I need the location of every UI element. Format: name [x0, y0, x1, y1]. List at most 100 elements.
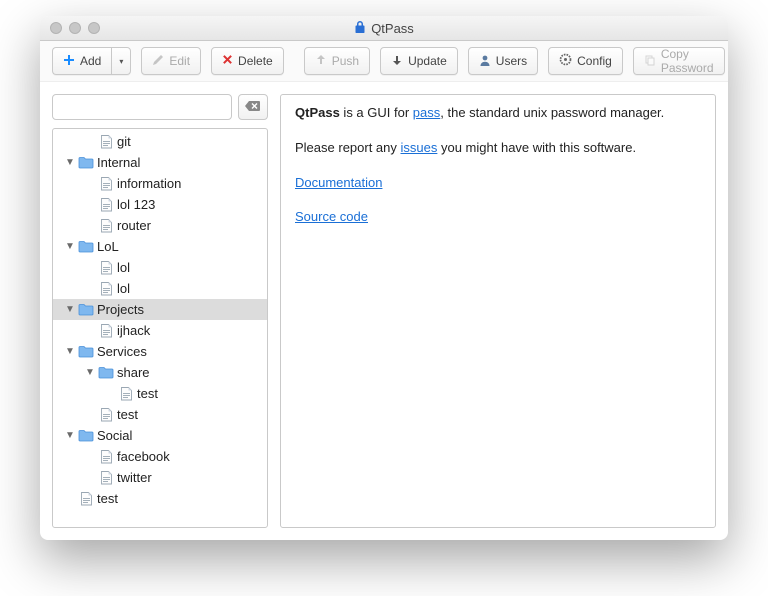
search-input[interactable]	[52, 94, 232, 120]
disclosure-triangle-icon[interactable]: ▼	[63, 157, 77, 168]
disclosure-triangle-icon[interactable]: ▼	[63, 346, 77, 357]
tree-item-label: share	[115, 365, 150, 380]
content-app-name: QtPass	[295, 105, 340, 120]
plus-icon	[63, 54, 75, 69]
add-label: Add	[80, 54, 101, 68]
disclosure-triangle-icon[interactable]: ▼	[63, 304, 77, 315]
config-button[interactable]: Config	[548, 47, 623, 75]
close-window-button[interactable]	[50, 22, 62, 34]
tree-item-label: test	[115, 407, 138, 422]
tree-item[interactable]: ijhack	[53, 320, 267, 341]
disclosure-triangle-icon[interactable]: ▼	[63, 241, 77, 252]
file-icon	[97, 408, 115, 422]
minimize-window-button[interactable]	[69, 22, 81, 34]
tree-item[interactable]: test	[53, 488, 267, 509]
file-icon	[97, 261, 115, 275]
update-button[interactable]: Update	[380, 47, 458, 75]
tree-item-label: twitter	[115, 470, 152, 485]
tree-item[interactable]: information	[53, 173, 267, 194]
password-tree[interactable]: git ▼ Internal information lol 123router ▼ LoL…	[52, 128, 268, 528]
source-code-link[interactable]: Source code	[295, 209, 368, 224]
chevron-down-icon: ▾	[119, 57, 123, 66]
tree-item[interactable]: lol	[53, 257, 267, 278]
file-icon	[97, 135, 115, 149]
tree-item-label: lol	[115, 281, 130, 296]
push-button[interactable]: Push	[304, 47, 370, 75]
folder-icon	[77, 156, 95, 169]
app-icon	[354, 21, 366, 36]
titlebar[interactable]: QtPass	[40, 16, 728, 41]
tree-item[interactable]: git	[53, 131, 267, 152]
copy-password-button[interactable]: Copy Password	[633, 47, 725, 75]
content-pane: QtPass is a GUI for pass, the standard u…	[280, 94, 716, 528]
config-label: Config	[577, 54, 612, 68]
zoom-window-button[interactable]	[88, 22, 100, 34]
documentation-link[interactable]: Documentation	[295, 175, 382, 190]
app-window: QtPass Add ▾ Edit Delete Push	[40, 16, 728, 540]
disclosure-triangle-icon[interactable]: ▼	[63, 430, 77, 441]
disclosure-triangle-icon[interactable]: ▼	[83, 367, 97, 378]
download-icon	[391, 54, 403, 69]
edit-button[interactable]: Edit	[141, 47, 201, 75]
tree-item-label: ijhack	[115, 323, 150, 338]
sidebar: git ▼ Internal information lol 123router ▼ LoL…	[52, 94, 268, 528]
tree-item-label: LoL	[95, 239, 119, 254]
issues-link[interactable]: issues	[401, 140, 438, 155]
tree-item-label: information	[115, 176, 181, 191]
delete-button[interactable]: Delete	[211, 47, 284, 75]
file-icon	[117, 387, 135, 401]
tree-folder[interactable]: ▼ Internal	[53, 152, 267, 173]
gear-icon	[559, 53, 572, 69]
file-icon	[97, 471, 115, 485]
window-title: QtPass	[371, 21, 414, 36]
tree-folder[interactable]: ▼ LoL	[53, 236, 267, 257]
file-icon	[97, 177, 115, 191]
tree-item[interactable]: lol	[53, 278, 267, 299]
x-icon	[222, 54, 233, 68]
tree-item-label: Projects	[95, 302, 144, 317]
tree-folder[interactable]: ▼ share	[53, 362, 267, 383]
tree-item[interactable]: lol 123	[53, 194, 267, 215]
folder-icon	[77, 429, 95, 442]
tree-item-label: Services	[95, 344, 147, 359]
tree-item-label: test	[95, 491, 118, 506]
tree-folder[interactable]: ▼ Social	[53, 425, 267, 446]
tree-item-label: test	[135, 386, 158, 401]
add-button-group: Add ▾	[52, 47, 131, 75]
file-icon	[77, 492, 95, 506]
tree-item[interactable]: router	[53, 215, 267, 236]
users-button[interactable]: Users	[468, 47, 538, 75]
push-label: Push	[332, 54, 359, 68]
tree-item-label: facebook	[115, 449, 170, 464]
tree-item-label: Social	[95, 428, 132, 443]
window-controls	[50, 22, 100, 34]
tree-item[interactable]: twitter	[53, 467, 267, 488]
edit-label: Edit	[169, 54, 190, 68]
add-dropdown[interactable]: ▾	[111, 47, 131, 75]
clear-search-button[interactable]	[238, 94, 268, 120]
pencil-icon	[152, 54, 164, 69]
file-icon	[97, 282, 115, 296]
folder-icon	[77, 345, 95, 358]
tree-item[interactable]: test	[53, 383, 267, 404]
update-label: Update	[408, 54, 447, 68]
tree-item-label: git	[115, 134, 131, 149]
pass-link[interactable]: pass	[413, 105, 440, 120]
tree-item[interactable]: test	[53, 404, 267, 425]
toolbar: Add ▾ Edit Delete Push Update Users	[40, 41, 728, 82]
tree-item-label: Internal	[95, 155, 140, 170]
folder-icon	[97, 366, 115, 379]
add-button[interactable]: Add	[52, 47, 111, 75]
upload-icon	[315, 54, 327, 69]
folder-icon	[77, 240, 95, 253]
file-icon	[97, 450, 115, 464]
file-icon	[97, 219, 115, 233]
backspace-icon	[245, 100, 261, 115]
tree-item-label: lol	[115, 260, 130, 275]
file-icon	[97, 198, 115, 212]
tree-item[interactable]: facebook	[53, 446, 267, 467]
tree-folder[interactable]: ▼ Services	[53, 341, 267, 362]
tree-folder[interactable]: ▼ Projects	[53, 299, 267, 320]
copy-icon	[644, 54, 656, 69]
users-label: Users	[496, 54, 527, 68]
